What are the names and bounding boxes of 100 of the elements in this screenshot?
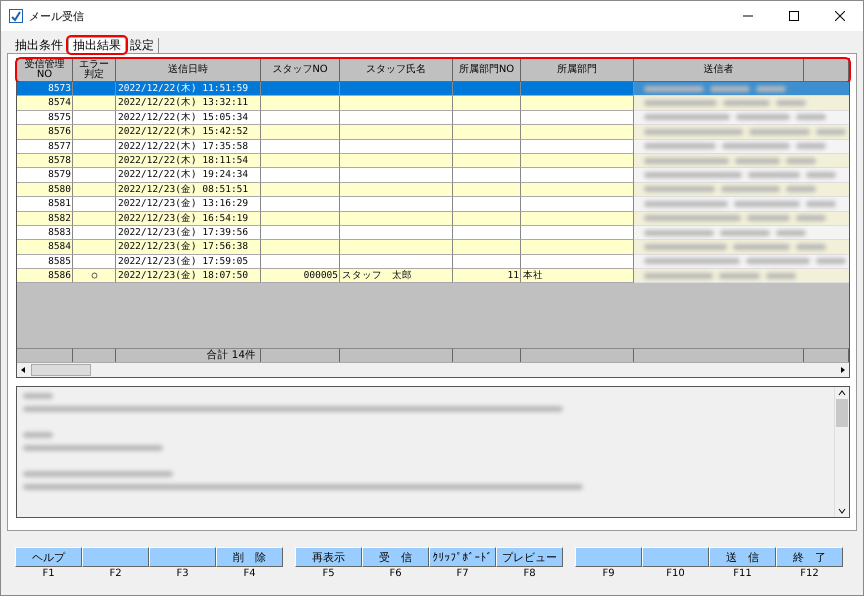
column-header[interactable]: 所属部門 (521, 59, 634, 82)
table-cell: 2022/12/22(木) 19:24:34 (116, 168, 261, 183)
table-cell: 2022/12/23(金) 18:07:50 (116, 269, 261, 284)
footer-cell (73, 348, 116, 362)
column-header (804, 59, 849, 82)
table-cell: 2022/12/23(金) 17:39:56 (116, 226, 261, 240)
column-header[interactable]: 所属部門NO (453, 59, 521, 82)
table-cell (453, 226, 521, 240)
table-cell (73, 182, 116, 198)
function-key-button[interactable] (575, 547, 642, 567)
table-row[interactable]: 8579 2022/12/22(木) 19:24:34 (17, 168, 849, 183)
table-cell: 8573 (17, 82, 73, 96)
tab[interactable]: 抽出結果 (68, 37, 126, 53)
table-cell (73, 110, 116, 126)
table-cell: 11 (453, 269, 521, 284)
window-title: メール受信 (29, 8, 85, 24)
function-key-label: F6 (389, 567, 402, 581)
function-key-button[interactable] (642, 547, 709, 567)
table-row[interactable]: 8577 2022/12/22(木) 17:35:58 (17, 140, 849, 154)
table-cell: 8581 (17, 197, 73, 212)
function-key-button[interactable]: 受 信 (362, 547, 429, 567)
table-cell: 8582 (17, 212, 73, 226)
table-cell: 2022/12/22(木) 15:42:52 (116, 125, 261, 140)
table-cell: 2022/12/23(金) 08:51:51 (116, 182, 261, 198)
table-cell: 2022/12/22(木) 15:05:34 (116, 110, 261, 126)
function-key-label: F7 (456, 567, 469, 581)
table-cell: 8575 (17, 110, 73, 126)
table-cell (453, 168, 521, 183)
table-cell: 2022/12/22(木) 18:11:54 (116, 154, 261, 168)
table-row[interactable]: 8574 2022/12/22(木) 13:32:11 (17, 96, 849, 111)
table-cell (73, 240, 116, 255)
table-row[interactable]: 8576 2022/12/22(木) 15:42:52 (17, 125, 849, 140)
column-header[interactable]: スタッフ氏名 (340, 59, 453, 82)
function-key-button[interactable]: ｸﾘｯﾌﾟﾎﾞｰﾄﾞ (429, 547, 496, 567)
table-row[interactable]: 8580 2022/12/23(金) 08:51:51 (17, 182, 849, 198)
column-header[interactable]: スタッフNO (261, 59, 340, 82)
function-key-button[interactable] (82, 547, 149, 567)
vertical-scrollbar[interactable] (834, 387, 849, 517)
function-key-label: F10 (666, 567, 685, 581)
table-cell: ○ (73, 269, 116, 284)
function-key-label: F4 (243, 567, 256, 581)
table-cell: 8585 (17, 254, 73, 270)
table-row[interactable]: 8575 2022/12/22(木) 15:05:34 (17, 110, 849, 126)
function-key-label: F2 (109, 567, 122, 581)
table-row[interactable]: 8582 2022/12/23(金) 16:54:19 (17, 212, 849, 226)
table-row[interactable]: 8583 2022/12/23(金) 17:39:56 (17, 226, 849, 240)
table-cell (453, 182, 521, 198)
function-key-button[interactable]: プレビュー (496, 547, 563, 567)
table-cell: 8574 (17, 96, 73, 111)
column-header[interactable]: 受信管理 NO (17, 59, 73, 82)
table-cell (73, 125, 116, 140)
maximize-icon[interactable] (789, 11, 799, 21)
function-key-button[interactable] (149, 547, 216, 567)
column-header[interactable]: 送信者 (634, 59, 804, 82)
table-row[interactable]: 8586 ○ 2022/12/23(金) 18:07:50 000005 スタッフ 太郎 11 本社 (17, 269, 849, 284)
table-cell (73, 226, 116, 240)
scroll-thumb[interactable] (836, 399, 848, 427)
table-row[interactable]: 8584 2022/12/23(金) 17:56:38 (17, 240, 849, 255)
function-key-button[interactable]: ヘルプ (15, 547, 82, 567)
table-cell (73, 96, 116, 111)
table-row[interactable]: 8573 2022/12/22(木) 11:51:59 (17, 82, 849, 96)
function-key-button[interactable]: 再表示 (295, 547, 362, 567)
table-cell (73, 154, 116, 168)
total-count: 合計 14件 (116, 348, 261, 362)
table-cell: 8583 (17, 226, 73, 240)
table-cell: 2022/12/23(金) 17:59:05 (116, 254, 261, 270)
table-cell (453, 96, 521, 111)
function-key-label: F5 (322, 567, 335, 581)
column-header[interactable]: 送信日時 (116, 59, 261, 82)
table-cell (73, 82, 116, 96)
table-cell (453, 197, 521, 212)
table-cell: 8586 (17, 269, 73, 284)
function-key-label: F1 (42, 567, 55, 581)
horizontal-scrollbar[interactable] (17, 362, 849, 377)
table-cell (453, 254, 521, 270)
scroll-thumb[interactable] (31, 364, 91, 376)
table-cell: 8578 (17, 154, 73, 168)
function-key-button[interactable]: 終 了 (776, 547, 843, 567)
table-cell (453, 125, 521, 140)
table-cell (73, 140, 116, 154)
function-key-label: F12 (800, 567, 819, 581)
table-cell: 2022/12/22(木) 17:35:58 (116, 140, 261, 154)
footer-cell (453, 348, 521, 362)
table-row[interactable]: 8578 2022/12/22(木) 18:11:54 (17, 154, 849, 168)
table-cell (453, 82, 521, 96)
function-key-button[interactable]: 送 信 (709, 547, 776, 567)
close-icon[interactable] (835, 11, 845, 21)
table-cell: 8579 (17, 168, 73, 183)
table-cell: スタッフ 太郎 (340, 269, 453, 284)
table-cell: 8584 (17, 240, 73, 255)
table-cell (453, 140, 521, 154)
table-cell: 2022/12/22(木) 11:51:59 (116, 82, 261, 96)
table-cell: 2022/12/23(金) 13:16:29 (116, 197, 261, 212)
table-cell: 2022/12/22(木) 13:32:11 (116, 96, 261, 111)
table-cell: 000005 (261, 269, 340, 284)
function-key-label: F8 (523, 567, 536, 581)
column-header[interactable]: エラー 判定 (73, 59, 116, 82)
table-row[interactable]: 8581 2022/12/23(金) 13:16:29 (17, 197, 849, 212)
table-row[interactable]: 8585 2022/12/23(金) 17:59:05 (17, 254, 849, 270)
function-key-button[interactable]: 削 除 (216, 547, 283, 567)
